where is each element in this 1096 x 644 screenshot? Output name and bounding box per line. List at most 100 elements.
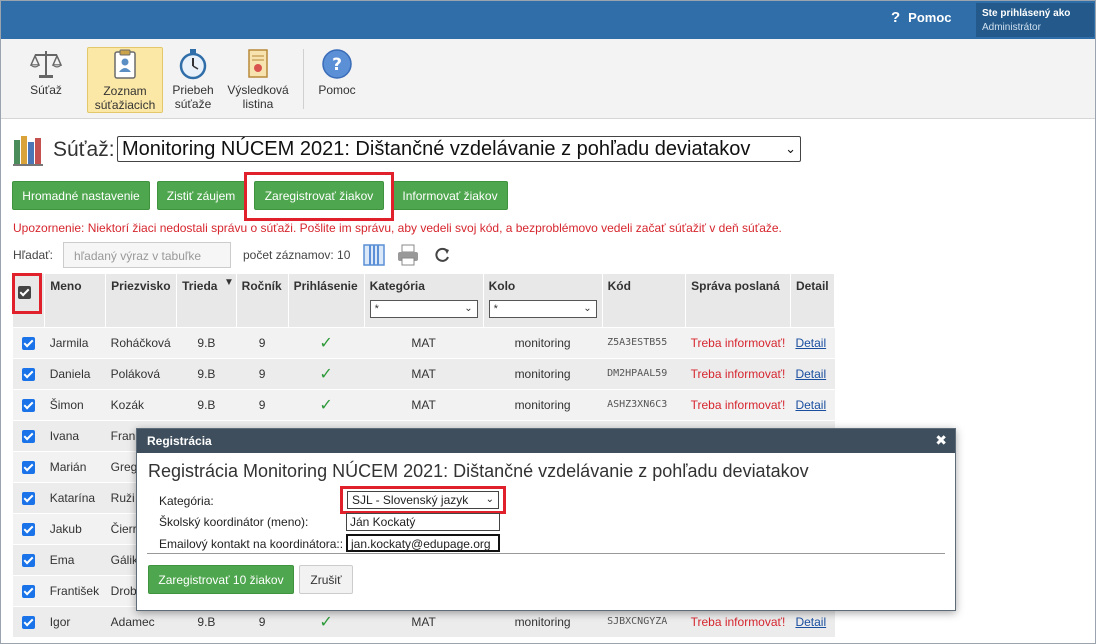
column-header[interactable]: Kód xyxy=(602,274,687,327)
table-row[interactable]: Jarmila Roháčková 9.B 9 ✓ MAT monitoring Z5A3ES… xyxy=(13,326,835,358)
chevron-down-icon: ⌄ xyxy=(464,303,473,314)
row-checkbox[interactable] xyxy=(22,491,36,505)
cell-kod: ASHZ3XN6C3 xyxy=(602,388,686,420)
toolbar-item-priebeh[interactable]: Priebeh súťaže xyxy=(167,47,219,113)
search-input[interactable]: hľadaný výraz v tabuľke xyxy=(63,242,231,268)
column-header[interactable]: Meno xyxy=(44,274,107,327)
cell-kolo: monitoring xyxy=(483,388,603,420)
user-box[interactable]: Ste prihlásený ako Administrátor xyxy=(976,3,1094,37)
row-checkbox[interactable] xyxy=(22,584,36,598)
cell-meno: Igor xyxy=(44,605,106,637)
help-circle-icon: ? xyxy=(322,49,352,79)
top-bar: ? Pomoc Ste prihlásený ako Administrátor xyxy=(1,1,1095,39)
toolbar-item-zoznam[interactable]: Zoznam súťažiacich xyxy=(87,47,163,113)
cancel-button[interactable]: Zrušiť xyxy=(299,565,353,594)
cell-meno: Šimon xyxy=(44,388,106,420)
register-confirm-button[interactable]: Zaregistrovať 10 žiakov xyxy=(148,565,294,594)
row-checkbox[interactable] xyxy=(22,522,36,536)
filter-value: * xyxy=(493,303,498,315)
toolbar-divider xyxy=(303,49,304,109)
page-heading: Súťaž: xyxy=(13,134,115,166)
toolbar-label: Priebeh xyxy=(172,83,214,97)
cell-kod: Z5A3ESTB55 xyxy=(602,326,686,358)
highlight-select-all xyxy=(12,273,42,314)
column-header-label: Kolo xyxy=(488,279,516,293)
cell-meno: Ivana xyxy=(44,419,106,451)
cell-kategoria: MAT xyxy=(364,388,484,420)
table-row[interactable]: Daniela Poláková 9.B 9 ✓ MAT monitoring DM2HPAA… xyxy=(13,357,835,389)
toolbar-item-vysledkova[interactable]: Výsledková listina xyxy=(223,47,293,113)
row-select-cell xyxy=(13,419,45,451)
search-row: Hľadať: hľadaný výraz v tabuľke počet zá… xyxy=(13,242,449,268)
row-checkbox[interactable] xyxy=(22,336,36,350)
column-header[interactable]: Prihlásenie xyxy=(288,274,365,327)
competition-label: Súťaž: xyxy=(53,138,115,161)
row-checkbox[interactable] xyxy=(22,398,36,412)
detail-link[interactable]: Detail xyxy=(795,398,826,412)
cell-meno: Jakub xyxy=(44,512,106,544)
detail-link[interactable]: Detail xyxy=(795,367,826,381)
print-icon[interactable] xyxy=(395,242,421,268)
row-checkbox[interactable] xyxy=(22,429,36,443)
kategoria-filter-select[interactable]: * ⌄ xyxy=(369,300,478,318)
cell-kategoria: MAT xyxy=(364,357,484,389)
bulk-settings-button[interactable]: Hromadné nastavenie xyxy=(12,181,150,210)
column-header-kolo[interactable]: Kolo * ⌄ xyxy=(483,274,603,327)
toolbar-label: listina xyxy=(242,97,274,111)
cell-kod: DM2HPAAL59 xyxy=(602,357,686,389)
toolbar-item-pomoc[interactable]: ? Pomoc xyxy=(313,47,361,113)
competition-select-value: Monitoring NÚCEM 2021: Dištančné vzdeláv… xyxy=(122,138,751,160)
cell-sprava: Treba informovať! xyxy=(685,357,791,389)
table-row[interactable]: Šimon Kozák 9.B 9 ✓ MAT monitoring ASHZ3XN6C3 Tr… xyxy=(13,388,835,420)
certificate-icon xyxy=(248,49,268,78)
cell-sprava: Treba informovať! xyxy=(685,326,791,358)
toolbar-label: Výsledková xyxy=(227,83,289,97)
toolbar-label: súťaže xyxy=(174,97,212,111)
toolbar-item-sutaz[interactable]: Súťaž xyxy=(15,47,77,113)
row-select-cell xyxy=(13,543,45,575)
cell-meno: Katarína xyxy=(44,481,106,513)
column-header[interactable]: Správa poslaná xyxy=(685,274,791,327)
chevron-down-icon: ⌄ xyxy=(785,141,796,156)
cell-priezvisko: Poláková xyxy=(105,357,177,389)
scales-icon xyxy=(29,51,63,78)
row-checkbox[interactable] xyxy=(22,460,36,474)
competition-select[interactable]: Monitoring NÚCEM 2021: Dištančné vzdeláv… xyxy=(117,136,801,162)
row-checkbox[interactable] xyxy=(22,367,36,381)
column-header[interactable]: Detail xyxy=(790,274,836,327)
cell-meno: Daniela xyxy=(44,357,106,389)
check-icon: ✓ xyxy=(319,365,333,383)
refresh-icon[interactable] xyxy=(429,242,455,268)
cell-rocnik: 9 xyxy=(236,357,289,389)
cell-meno: František xyxy=(44,574,106,606)
cell-kategoria: MAT xyxy=(364,326,484,358)
inform-students-button[interactable]: Informovať žiakov xyxy=(392,181,508,210)
columns-icon[interactable] xyxy=(361,242,387,268)
cell-rocnik: 9 xyxy=(236,388,289,420)
cell-priezvisko: Roháčková xyxy=(105,326,177,358)
check-icon: ✓ xyxy=(319,613,333,631)
row-select-cell xyxy=(13,574,45,606)
help-top-button[interactable]: ? Pomoc xyxy=(891,9,952,26)
column-header-kategoria[interactable]: Kategória * ⌄ xyxy=(364,274,484,327)
column-header[interactable]: Priezvisko xyxy=(105,274,178,327)
email-label: Emailový kontakt na koordinátora:: xyxy=(159,537,344,551)
toolbar: Súťaž Zoznam súťažiacich Priebeh súťaže xyxy=(1,39,1095,119)
coordinator-name-field[interactable]: Ján Kockatý xyxy=(346,513,500,531)
toolbar-label: Zoznam xyxy=(103,84,147,98)
detail-link[interactable]: Detail xyxy=(795,336,826,350)
toolbar-label: Súťaž xyxy=(30,83,62,97)
cell-prihlasenie: ✓ xyxy=(288,326,365,358)
row-checkbox[interactable] xyxy=(22,553,36,567)
column-header[interactable]: Ročník xyxy=(236,274,289,327)
sort-desc-icon[interactable]: ▼ xyxy=(224,277,234,288)
coordinator-email-field[interactable]: jan.kockaty@edupage.org xyxy=(346,534,500,552)
check-interest-button[interactable]: Zistiť záujem xyxy=(157,181,245,210)
detail-link[interactable]: Detail xyxy=(795,615,826,629)
row-checkbox[interactable] xyxy=(22,615,36,629)
close-icon[interactable]: ✖ xyxy=(935,432,947,449)
kolo-filter-select[interactable]: * ⌄ xyxy=(488,300,597,318)
row-select-cell xyxy=(13,481,45,513)
search-label: Hľadať: xyxy=(13,248,54,262)
column-header-label: Kategória xyxy=(369,279,425,293)
